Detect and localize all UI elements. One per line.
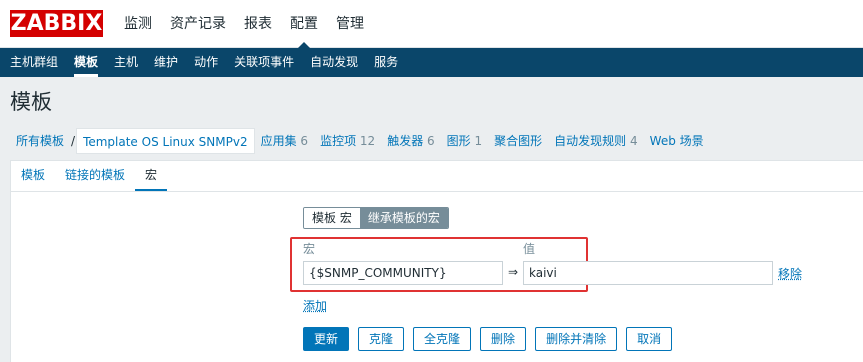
breadcrumb-items[interactable]: 监控项 12 [314,128,381,154]
breadcrumb-label: 应用集 [260,134,297,148]
breadcrumb-count: 12 [359,134,376,148]
main-menu-inventory[interactable]: 资产记录 [161,0,235,48]
macro-column-header: 宏 [303,242,316,256]
breadcrumb-discovery-rules[interactable]: 自动发现规则 4 [548,128,643,154]
main-menu-monitoring[interactable]: 监测 [115,0,161,48]
breadcrumb-label: 图形 [446,134,471,148]
sub-menu-services[interactable]: 服务 [366,48,406,77]
breadcrumb: 所有模板 / Template OS Linux SNMPv2 应用集 6 监控… [10,128,710,154]
tab-divider [11,191,863,192]
sub-menu-actions[interactable]: 动作 [186,48,226,77]
breadcrumb-label: Web 场景 [649,134,704,148]
value-column-header: 值 [523,242,536,256]
clone-button[interactable]: 克隆 [358,327,405,351]
main-menu-reports[interactable]: 报表 [235,0,281,48]
add-macro-link[interactable]: 添加 [303,297,327,314]
breadcrumb-web-scenarios[interactable]: Web 场景 [644,128,710,154]
arrow-icon: ⇒ [508,265,519,279]
macro-name-input[interactable]: {$SNMP_COMMUNITY} [303,261,503,285]
form-tabs: 模板 链接的模板 宏 [11,161,168,191]
breadcrumb-count: 6 [427,134,435,148]
breadcrumb-all-templates[interactable]: 所有模板 [10,128,70,154]
toggle-inherited-macros[interactable]: 继承模板的宏 [359,208,448,228]
macro-source-toggle: 模板 宏 继承模板的宏 [303,207,449,229]
full-clone-button[interactable]: 全克隆 [413,327,472,351]
delete-button[interactable]: 删除 [480,327,527,351]
sub-menu-host-groups[interactable]: 主机群组 [2,48,66,77]
template-form-panel: 模板 链接的模板 宏 模板 宏 继承模板的宏 宏 值 {$SNMP_COMMUN… [10,160,863,362]
top-bar: ZABBIX 监测 资产记录 报表 配置 管理 [0,0,863,48]
update-button[interactable]: 更新 [303,327,350,351]
breadcrumb-applications[interactable]: 应用集 6 [255,128,314,154]
toggle-template-macros[interactable]: 模板 宏 [304,208,360,228]
sub-menu: 主机群组 模板 主机 维护 动作 关联项事件 自动发现 服务 [0,48,863,77]
breadcrumb-count: 6 [300,134,309,148]
sub-menu-discovery[interactable]: 自动发现 [302,48,366,77]
main-menu: 监测 资产记录 报表 配置 管理 [115,0,373,48]
breadcrumb-graphs[interactable]: 图形 1 [441,128,488,154]
zabbix-logo[interactable]: ZABBIX [10,10,103,37]
delete-and-clear-button[interactable]: 删除并清除 [535,327,618,351]
remove-macro-link[interactable]: 移除 [778,265,802,282]
form-buttons: 更新 克隆 全克隆 删除 删除并清除 取消 [303,327,673,351]
breadcrumb-triggers[interactable]: 触发器 6 [381,128,440,154]
breadcrumb-count: 1 [474,134,483,148]
breadcrumb-label: 触发器 [387,134,424,148]
breadcrumb-count: 4 [630,134,638,148]
sub-menu-correlation[interactable]: 关联项事件 [226,48,302,77]
page-title: 模板 [10,90,52,114]
main-menu-administration[interactable]: 管理 [327,0,373,48]
sub-menu-templates[interactable]: 模板 [66,48,106,77]
sub-menu-maintenance[interactable]: 维护 [146,48,186,77]
breadcrumb-label: 自动发现规则 [554,134,627,148]
tab-linked-templates[interactable]: 链接的模板 [55,161,135,191]
macro-value-input[interactable]: kaivi [523,261,773,285]
sub-menu-hosts[interactable]: 主机 [106,48,146,77]
main-menu-configuration[interactable]: 配置 [281,0,327,48]
breadcrumb-label: 聚合图形 [494,134,543,148]
tab-macros[interactable]: 宏 [135,161,168,191]
breadcrumb-screens[interactable]: 聚合图形 [488,128,548,154]
tab-template[interactable]: 模板 [11,161,55,191]
cancel-button[interactable]: 取消 [626,327,673,351]
breadcrumb-label: 监控项 [320,134,357,148]
breadcrumb-current-template[interactable]: Template OS Linux SNMPv2 [76,128,255,154]
